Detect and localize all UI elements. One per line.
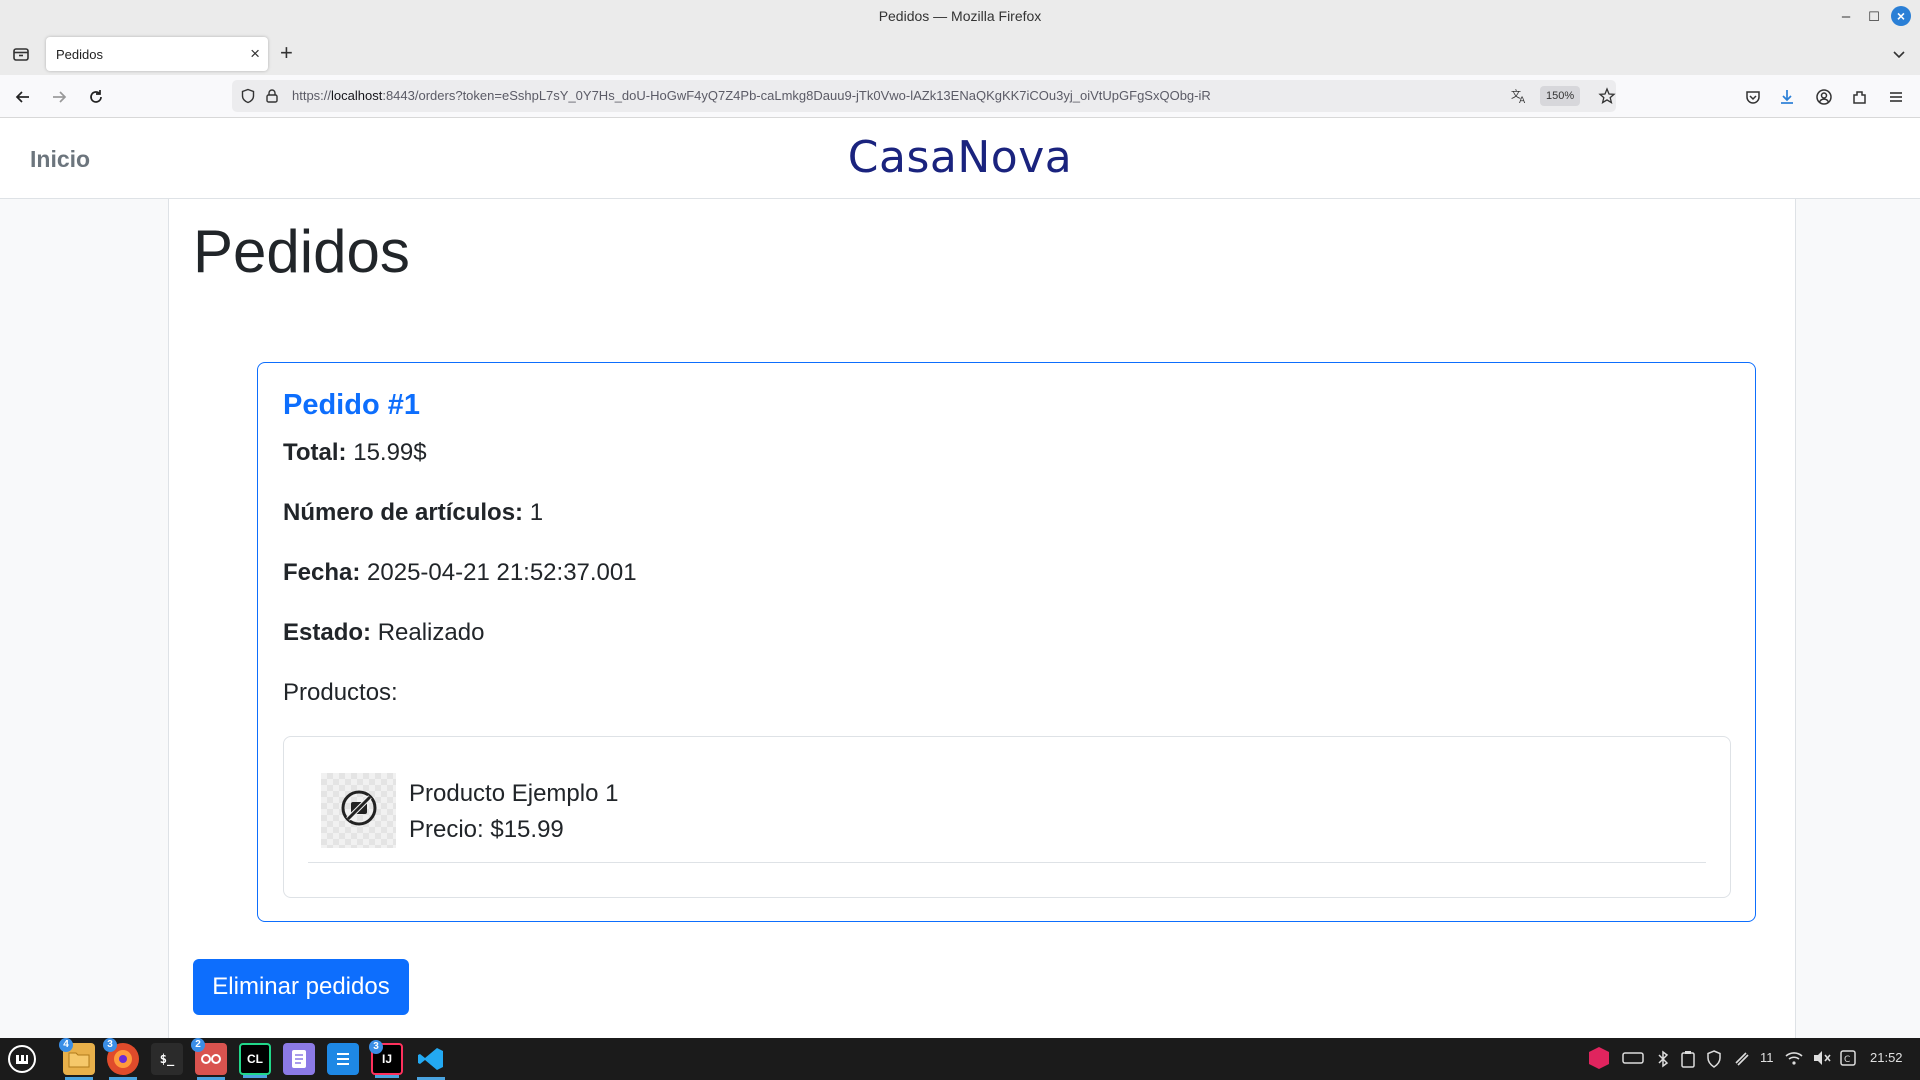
order-date: Fecha: 2025-04-21 21:52:37.001 bbox=[283, 559, 637, 587]
order-status-value: Realizado bbox=[377, 619, 485, 646]
close-window-button[interactable]: × bbox=[1891, 6, 1911, 26]
files-app-icon[interactable]: 4 bbox=[59, 1038, 95, 1080]
window-titlebar: Pedidos — Mozilla Firefox – ☐ × bbox=[0, 0, 1920, 33]
intellij-badge: 3 bbox=[369, 1040, 383, 1054]
brand-logo[interactable]: CasaNova bbox=[0, 132, 1920, 183]
volume-muted-icon[interactable] bbox=[1813, 1050, 1831, 1069]
files-badge: 4 bbox=[59, 1038, 73, 1052]
list-item: Producto Ejemplo 1 Precio: $15.99 bbox=[308, 761, 1706, 863]
forward-icon[interactable] bbox=[47, 85, 71, 109]
pocket-icon[interactable] bbox=[1741, 85, 1765, 109]
start-menu-icon[interactable] bbox=[6, 1043, 38, 1075]
site-header: Inicio CasaNova bbox=[0, 118, 1920, 199]
svg-text:A: A bbox=[1519, 96, 1526, 105]
tab-pedidos[interactable]: Pedidos × bbox=[46, 37, 268, 71]
bookmark-star-icon[interactable] bbox=[1598, 87, 1616, 110]
back-icon[interactable] bbox=[11, 85, 35, 109]
intellij-app-icon[interactable]: 3 IJ bbox=[369, 1040, 403, 1078]
minimize-button[interactable]: – bbox=[1835, 6, 1857, 28]
svg-text:C: C bbox=[1844, 1055, 1850, 1065]
url-bar[interactable]: https://localhost:8443/orders?token=eSsh… bbox=[232, 80, 1616, 112]
order-status-label: Estado: bbox=[283, 619, 372, 646]
translate-icon[interactable]: 文A bbox=[1510, 87, 1528, 110]
tray-count[interactable]: 11 bbox=[1760, 1050, 1774, 1065]
chevron-down-icon[interactable] bbox=[1888, 43, 1910, 65]
extensions-icon[interactable] bbox=[1848, 85, 1872, 109]
reload-icon[interactable] bbox=[84, 85, 108, 109]
drive-icon[interactable] bbox=[1622, 1050, 1644, 1069]
products-list: Producto Ejemplo 1 Precio: $15.99 bbox=[283, 736, 1731, 898]
bluetooth-icon[interactable] bbox=[1656, 1050, 1670, 1071]
gitkraken-app-icon[interactable]: 2 bbox=[191, 1038, 227, 1080]
order-total: Total: 15.99$ bbox=[283, 439, 427, 467]
shield-tray-icon[interactable] bbox=[1706, 1050, 1722, 1071]
wifi-icon[interactable] bbox=[1785, 1050, 1803, 1069]
lock-icon[interactable] bbox=[264, 88, 280, 109]
order-status: Estado: Realizado bbox=[283, 619, 484, 647]
order-date-value: 2025-04-21 21:52:37.001 bbox=[367, 559, 637, 586]
tab-label: Pedidos bbox=[56, 47, 103, 62]
writer-app-icon[interactable] bbox=[327, 1043, 359, 1075]
clock[interactable]: 21:52 bbox=[1870, 1050, 1903, 1065]
maximize-button[interactable]: ☐ bbox=[1863, 6, 1885, 28]
shield-icon[interactable] bbox=[240, 88, 256, 109]
order-item-count-label: Número de artículos: bbox=[283, 499, 524, 526]
firefox-app-icon[interactable]: 3 bbox=[103, 1038, 139, 1080]
page-title: Pedidos bbox=[193, 218, 410, 285]
order-products-label: Productos: bbox=[283, 679, 398, 706]
product-name: Producto Ejemplo 1 bbox=[409, 780, 619, 807]
product-image bbox=[321, 773, 396, 848]
download-icon[interactable] bbox=[1775, 85, 1799, 109]
text-editor-app-icon[interactable] bbox=[283, 1043, 315, 1075]
delete-orders-button[interactable]: Eliminar pedidos bbox=[193, 959, 409, 1015]
menu-icon[interactable] bbox=[1884, 85, 1908, 109]
order-total-value: 15.99$ bbox=[353, 439, 427, 466]
order-date-label: Fecha: bbox=[283, 559, 361, 586]
navigation-toolbar: https://localhost:8443/orders?token=eSsh… bbox=[0, 75, 1920, 118]
order-total-label: Total: bbox=[283, 439, 347, 466]
taskbar: 4 3 $_ 2 CL 3 IJ 11 C 21:52 bbox=[0, 1038, 1920, 1080]
keyboard-layout-icon[interactable]: C bbox=[1840, 1050, 1856, 1069]
vscode-app-icon[interactable] bbox=[415, 1043, 447, 1080]
window-title: Pedidos — Mozilla Firefox bbox=[878, 8, 1042, 24]
clion-app-icon[interactable]: CL bbox=[239, 1043, 271, 1078]
gitkraken-badge: 2 bbox=[191, 1038, 205, 1052]
tab-bar: Pedidos × + bbox=[0, 33, 1920, 75]
tab-list-icon[interactable] bbox=[10, 43, 32, 65]
account-icon[interactable] bbox=[1812, 85, 1836, 109]
firefox-badge: 3 bbox=[103, 1038, 117, 1052]
zoom-level-badge[interactable]: 150% bbox=[1540, 86, 1581, 106]
product-price: Precio: $15.99 bbox=[409, 816, 564, 843]
notifications-icon[interactable] bbox=[1733, 1050, 1749, 1071]
main-container: Pedidos Pedido #1 Total: 15.99$ Número d… bbox=[168, 199, 1796, 1038]
order-item-count-value: 1 bbox=[529, 499, 544, 526]
order-item-count: Número de artículos: 1 bbox=[283, 499, 543, 527]
app-tray-icon[interactable] bbox=[1588, 1046, 1610, 1073]
new-tab-icon[interactable]: + bbox=[280, 41, 293, 65]
image-unavailable-icon bbox=[339, 788, 379, 833]
close-tab-icon[interactable]: × bbox=[250, 44, 260, 64]
order-card: Pedido #1 Total: 15.99$ Número de artícu… bbox=[257, 362, 1756, 922]
order-title: Pedido #1 bbox=[283, 389, 420, 421]
url-text: https://localhost:8443/orders?token=eSsh… bbox=[292, 88, 1211, 103]
clipboard-icon[interactable] bbox=[1680, 1050, 1696, 1071]
terminal-app-icon[interactable]: $_ bbox=[151, 1043, 183, 1075]
